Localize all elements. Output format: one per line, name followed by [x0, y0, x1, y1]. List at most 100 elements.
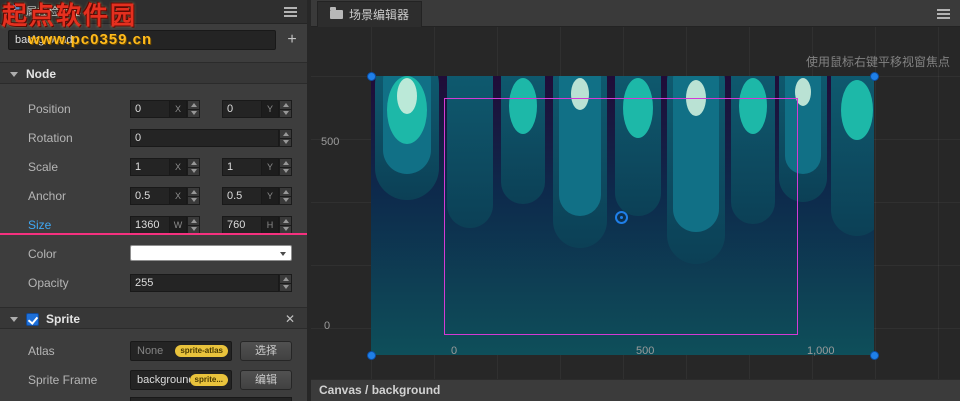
position-y-stepper	[279, 100, 292, 118]
rotation-row: Rotation	[0, 128, 307, 148]
anchor-x-stepper	[187, 187, 200, 205]
step-up-icon[interactable]	[279, 158, 292, 168]
node-path-breadcrumb: Canvas / background	[319, 383, 441, 397]
position-x-stepper	[187, 100, 200, 118]
ruler-label-y-0: 0	[324, 320, 331, 332]
atlas-type-badge: sprite-atlas	[175, 345, 228, 357]
size-width-input[interactable]	[130, 216, 170, 234]
step-up-icon[interactable]	[279, 216, 292, 226]
rotation-label: Rotation	[28, 131, 73, 145]
axis-x-badge: X	[170, 100, 187, 118]
sprite-section-header[interactable]: Sprite ✕	[0, 307, 307, 329]
remove-component-icon[interactable]: ✕	[285, 308, 295, 330]
step-down-icon[interactable]	[187, 196, 200, 205]
resize-handle-top-right[interactable]	[870, 72, 879, 81]
next-field-partial	[130, 397, 292, 401]
position-row: Position X Y	[0, 99, 307, 119]
step-down-icon[interactable]	[279, 167, 292, 176]
app-window: 属性检查器 + Node Position X Y	[0, 0, 960, 401]
add-component-button[interactable]: +	[281, 30, 303, 50]
folder-icon	[330, 7, 343, 19]
scene-tab-title: 场景编辑器	[349, 8, 410, 22]
size-row: Size W H	[0, 215, 307, 235]
node-section-header[interactable]: Node	[0, 62, 307, 84]
color-row: Color	[0, 244, 307, 264]
step-up-icon[interactable]	[187, 158, 200, 168]
resize-handle-bottom-right[interactable]	[870, 351, 879, 360]
size-highlight-underline	[0, 233, 307, 235]
step-up-icon[interactable]	[187, 187, 200, 197]
scale-label: Scale	[28, 160, 59, 174]
sprite-frame-row: Sprite Frame background sprite... 编辑	[0, 370, 307, 390]
scene-tab-bar: 场景编辑器	[311, 0, 960, 27]
step-down-icon[interactable]	[187, 109, 200, 118]
anchor-label: Anchor	[28, 189, 67, 203]
size-height-input[interactable]	[222, 216, 262, 234]
color-label: Color	[28, 247, 57, 261]
dropdown-icon	[280, 252, 286, 256]
step-up-icon[interactable]	[279, 129, 292, 139]
atlas-label: Atlas	[28, 344, 55, 358]
step-down-icon[interactable]	[187, 167, 200, 176]
tab-scene-editor[interactable]: 场景编辑器	[317, 1, 423, 27]
inspector-menu-icon[interactable]	[284, 11, 297, 13]
position-y-input[interactable]	[222, 100, 262, 118]
step-down-icon[interactable]	[279, 109, 292, 118]
opacity-input[interactable]	[130, 274, 279, 292]
property-inspector-panel: 属性检查器 + Node Position X Y	[0, 0, 307, 401]
color-swatch[interactable]	[130, 245, 292, 261]
size-height-stepper	[279, 216, 292, 234]
axis-h-badge: H	[262, 216, 279, 234]
sprite-frame-label: Sprite Frame	[28, 373, 98, 387]
sprite-frame-value: background	[137, 374, 190, 386]
scene-menu-icon[interactable]	[937, 13, 950, 15]
sprite-frame-edit-button[interactable]: 编辑	[240, 370, 292, 390]
axis-y-badge: Y	[262, 187, 279, 205]
rotation-stepper	[279, 129, 292, 147]
atlas-value: None	[137, 345, 164, 357]
scale-row: Scale X Y	[0, 157, 307, 177]
step-down-icon[interactable]	[279, 196, 292, 205]
resize-handle-top-left[interactable]	[367, 72, 376, 81]
resize-handle-bottom-left[interactable]	[367, 351, 376, 360]
size-label: Size	[28, 218, 52, 232]
scale-x-input[interactable]	[130, 158, 170, 176]
scene-canvas[interactable]: 使用鼠标右键平移视窗焦点 500 0 0 500 1,000	[311, 27, 960, 379]
step-up-icon[interactable]	[279, 187, 292, 197]
ruler-label-x-1000: 1,000	[807, 345, 835, 357]
collapse-icon	[10, 72, 18, 77]
position-x-input[interactable]	[130, 100, 170, 118]
node-section-title: Node	[26, 67, 56, 81]
opacity-label: Opacity	[28, 276, 69, 290]
axis-w-badge: W	[170, 216, 187, 234]
rotation-input[interactable]	[130, 129, 279, 147]
anchor-point-gizmo[interactable]	[615, 211, 628, 224]
step-down-icon[interactable]	[279, 138, 292, 147]
ruler-label-y-500: 500	[321, 136, 340, 148]
atlas-select-button[interactable]: 选择	[240, 341, 292, 361]
axis-x-badge: X	[170, 187, 187, 205]
atlas-row: Atlas None sprite-atlas 选择	[0, 341, 307, 361]
sprite-enabled-checkbox[interactable]	[26, 313, 39, 326]
atlas-asset-field[interactable]: None sprite-atlas	[130, 341, 232, 361]
axis-y-badge: Y	[262, 100, 279, 118]
opacity-stepper	[279, 274, 292, 292]
anchor-x-input[interactable]	[130, 187, 170, 205]
axis-x-badge: X	[170, 158, 187, 176]
position-label: Position	[28, 102, 71, 116]
step-down-icon[interactable]	[279, 283, 292, 292]
ruler-label-x-0: 0	[451, 345, 458, 357]
step-up-icon[interactable]	[279, 100, 292, 110]
step-up-icon[interactable]	[187, 216, 200, 226]
step-up-icon[interactable]	[279, 274, 292, 284]
node-name-input[interactable]	[8, 30, 276, 50]
axis-y-badge: Y	[262, 158, 279, 176]
sprite-frame-type-badge: sprite...	[189, 374, 228, 386]
sprite-frame-asset-field[interactable]: background sprite...	[130, 370, 232, 390]
collapse-icon	[10, 317, 18, 322]
anchor-y-input[interactable]	[222, 187, 262, 205]
step-up-icon[interactable]	[187, 100, 200, 110]
scale-y-input[interactable]	[222, 158, 262, 176]
scale-x-stepper	[187, 158, 200, 176]
sprite-section-title: Sprite	[46, 312, 81, 326]
